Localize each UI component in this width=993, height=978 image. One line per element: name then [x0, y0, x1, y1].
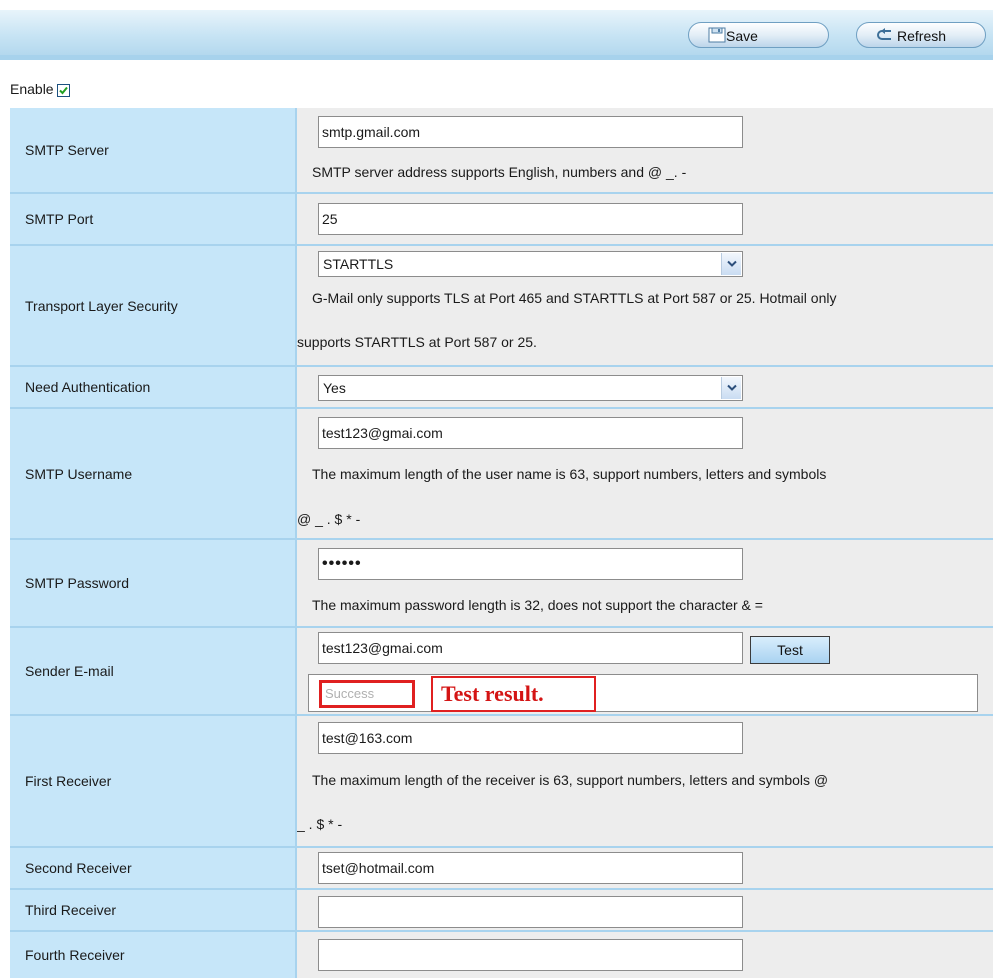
- checkmark-icon: [58, 86, 68, 95]
- chevron-down-icon: [727, 384, 737, 391]
- first-receiver-label: First Receiver: [25, 773, 112, 789]
- tls-selected-value: STARTTLS: [323, 256, 394, 272]
- fourth-receiver-label: Fourth Receiver: [25, 947, 125, 963]
- enable-label: Enable: [10, 81, 54, 97]
- smtp-password-note: The maximum password length is 32, does …: [312, 597, 763, 613]
- smtp-username-input[interactable]: [318, 417, 743, 449]
- test-result-annotation: Test result.: [431, 676, 596, 712]
- need-auth-label: Need Authentication: [25, 379, 151, 395]
- smtp-port-label: SMTP Port: [25, 211, 94, 227]
- tls-select[interactable]: STARTTLS: [318, 251, 743, 277]
- first-receiver-note-line1: The maximum length of the receiver is 63…: [312, 772, 829, 788]
- refresh-button[interactable]: Refresh: [856, 22, 986, 48]
- row-sender-email: Sender E-mail Test Success Test result.: [10, 628, 993, 714]
- smtp-port-input[interactable]: [318, 203, 743, 235]
- row-need-authentication: Need Authentication Yes: [10, 367, 993, 407]
- tls-label: Transport Layer Security: [25, 297, 178, 314]
- third-receiver-label: Third Receiver: [25, 902, 117, 918]
- row-second-receiver: Second Receiver: [10, 848, 993, 888]
- first-receiver-input[interactable]: [318, 722, 743, 754]
- row-smtp-server: SMTP Server SMTP server address supports…: [10, 108, 993, 192]
- tls-note-line1: G-Mail only supports TLS at Port 465 and…: [312, 290, 837, 306]
- save-button-label: Save: [726, 28, 758, 44]
- row-transport-layer-security: Transport Layer Security STARTTLS G-Mail…: [10, 246, 993, 365]
- chevron-down-icon: [727, 260, 737, 267]
- fourth-receiver-input[interactable]: [318, 939, 743, 971]
- smtp-username-note-line1: The maximum length of the user name is 6…: [312, 466, 827, 482]
- smtp-server-note: SMTP server address supports English, nu…: [312, 164, 687, 180]
- test-success-status: Success: [319, 680, 415, 708]
- need-auth-selected-value: Yes: [323, 380, 346, 396]
- enable-checkbox[interactable]: [56, 84, 70, 97]
- smtp-username-note-line2: @ _ . $ * -: [297, 511, 361, 527]
- row-fourth-receiver: Fourth Receiver: [10, 932, 993, 978]
- row-smtp-port: SMTP Port: [10, 194, 993, 244]
- first-receiver-note-line2: _ . $ * -: [297, 816, 343, 832]
- second-receiver-input[interactable]: [318, 852, 743, 884]
- row-first-receiver: First Receiver The maximum length of the…: [10, 716, 993, 846]
- refresh-arrow-icon: [877, 28, 891, 40]
- smtp-server-label: SMTP Server: [25, 142, 109, 158]
- enable-row: Enable: [0, 70, 993, 108]
- floppy-disk-icon: [708, 27, 726, 43]
- refresh-button-label: Refresh: [897, 28, 947, 44]
- save-button[interactable]: Save: [688, 22, 829, 48]
- row-smtp-username: SMTP Username The maximum length of the …: [10, 409, 993, 538]
- smtp-password-label: SMTP Password: [25, 575, 129, 591]
- row-smtp-password: SMTP Password The maximum password lengt…: [10, 540, 993, 626]
- need-auth-select[interactable]: Yes: [318, 375, 743, 401]
- test-button[interactable]: Test: [750, 636, 830, 664]
- second-receiver-label: Second Receiver: [25, 860, 132, 876]
- row-third-receiver: Third Receiver: [10, 890, 993, 930]
- sender-email-label: Sender E-mail: [25, 663, 114, 679]
- toolbar: Save Refresh: [0, 10, 993, 60]
- email-settings-table: SMTP Server SMTP server address supports…: [10, 108, 993, 978]
- smtp-password-input[interactable]: [318, 548, 743, 580]
- tls-note-line2: supports STARTTLS at Port 587 or 25.: [297, 334, 537, 350]
- sender-email-input[interactable]: [318, 632, 743, 664]
- smtp-server-input[interactable]: [318, 116, 743, 148]
- third-receiver-input[interactable]: [318, 896, 743, 928]
- smtp-username-label: SMTP Username: [25, 465, 133, 482]
